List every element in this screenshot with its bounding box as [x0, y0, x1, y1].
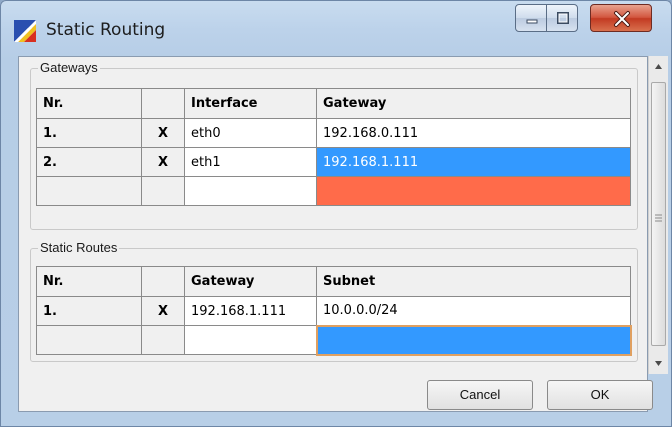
delete-row-button[interactable]: X: [141, 296, 185, 326]
maximize-button[interactable]: [546, 4, 578, 32]
column-header-subnet: Subnet: [316, 266, 631, 297]
cancel-button[interactable]: Cancel: [427, 380, 533, 410]
interface-cell[interactable]: eth0: [184, 118, 317, 148]
delete-row-placeholder: [141, 325, 185, 355]
minimize-button[interactable]: [515, 4, 547, 32]
app-icon: [14, 20, 36, 42]
row-number: [36, 325, 142, 355]
subnet-cell[interactable]: 10.0.0.0/24: [316, 296, 631, 326]
row-number: 2.: [36, 147, 142, 177]
scroll-down-arrow-icon[interactable]: [649, 354, 668, 372]
gateways-table: Nr. Interface Gateway 1. X eth0 192.168.…: [36, 88, 631, 206]
grip-icon: [655, 208, 662, 222]
row-number: [36, 176, 142, 206]
table-row[interactable]: 1. X eth0 192.168.0.111: [36, 118, 631, 148]
column-header-delete: [141, 266, 185, 297]
column-header-delete: [141, 88, 185, 119]
scrollbar-thumb[interactable]: [651, 82, 666, 346]
new-row[interactable]: [36, 324, 632, 356]
delete-row-button[interactable]: X: [141, 147, 185, 177]
maximize-icon: [557, 12, 569, 24]
gateway-input[interactable]: [184, 325, 317, 355]
gateway-cell[interactable]: 192.168.0.111: [316, 118, 631, 148]
gateway-input-invalid[interactable]: [316, 176, 631, 206]
static-routing-window: Static Routing Gateways Nr. Interface Ga…: [0, 0, 672, 427]
column-header-gateway: Gateway: [184, 266, 317, 297]
minimize-icon: [526, 19, 538, 24]
interface-input[interactable]: [184, 176, 317, 206]
gateways-legend: Gateways: [38, 60, 100, 75]
new-row[interactable]: [36, 176, 631, 206]
interface-cell[interactable]: eth1: [184, 147, 317, 177]
title-bar[interactable]: Static Routing: [0, 0, 672, 60]
static-routes-legend: Static Routes: [38, 240, 120, 255]
delete-row-placeholder: [141, 176, 185, 206]
column-header-interface: Interface: [184, 88, 317, 119]
close-icon: [614, 11, 630, 27]
delete-row-button[interactable]: X: [141, 118, 185, 148]
gateway-cell[interactable]: 192.168.1.111: [184, 296, 317, 326]
subnet-input-focused[interactable]: [315, 324, 632, 356]
column-header-gateway: Gateway: [316, 88, 631, 119]
table-row[interactable]: 2. X eth1 192.168.1.111: [36, 147, 631, 177]
row-number: 1.: [36, 296, 142, 326]
ok-button[interactable]: OK: [547, 380, 653, 410]
static-routes-table: Nr. Gateway Subnet 1. X 192.168.1.111 10…: [36, 266, 632, 356]
vertical-scrollbar[interactable]: [648, 56, 668, 374]
window-title: Static Routing: [46, 20, 166, 40]
column-header-nr: Nr.: [36, 88, 142, 119]
row-number: 1.: [36, 118, 142, 148]
routes-header-row: Nr. Gateway Subnet: [36, 266, 631, 297]
table-row[interactable]: 1. X 192.168.1.111 10.0.0.0/24: [36, 296, 631, 326]
gateway-cell-selected[interactable]: 192.168.1.111: [316, 147, 631, 177]
column-header-nr: Nr.: [36, 266, 142, 297]
scroll-up-arrow-icon[interactable]: [649, 58, 668, 76]
gateways-header-row: Nr. Interface Gateway: [36, 88, 631, 119]
close-button[interactable]: [590, 4, 652, 32]
